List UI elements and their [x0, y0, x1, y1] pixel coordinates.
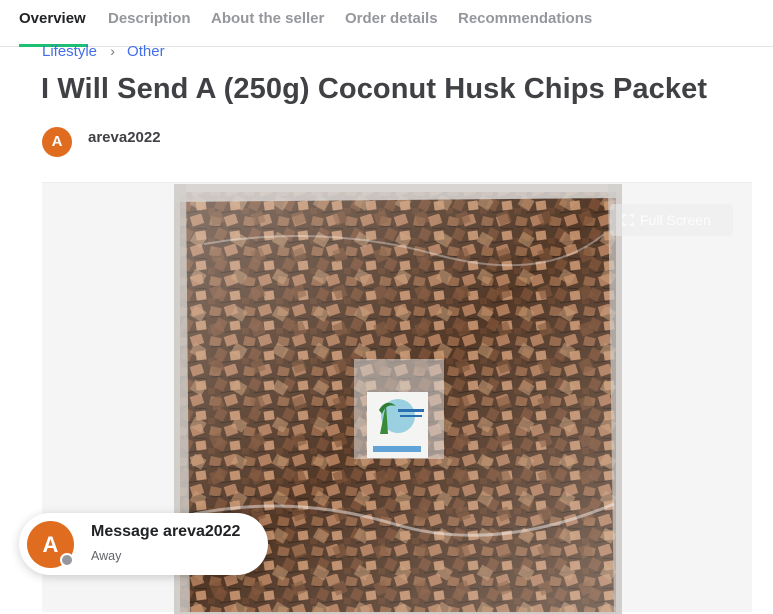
- tab-order-details[interactable]: Order details: [345, 0, 438, 47]
- expand-icon: [622, 214, 634, 226]
- tab-description[interactable]: Description: [108, 0, 191, 47]
- away-status-dot: [60, 553, 74, 567]
- tab-about-the-seller[interactable]: About the seller: [211, 0, 324, 47]
- tab-recommendations[interactable]: Recommendations: [458, 0, 592, 47]
- seller-status: Away: [91, 549, 122, 563]
- breadcrumb-lifestyle[interactable]: Lifestyle: [42, 43, 97, 60]
- seller-avatar[interactable]: A: [42, 127, 72, 157]
- full-screen-button[interactable]: Full Screen: [610, 204, 733, 236]
- breadcrumb: Lifestyle › Other: [42, 43, 165, 60]
- message-seller-label: Message areva2022: [91, 523, 241, 540]
- full-screen-label: Full Screen: [640, 212, 711, 228]
- tab-overview[interactable]: Overview: [19, 0, 88, 47]
- breadcrumb-other[interactable]: Other: [127, 43, 165, 60]
- gig-title: I Will Send A (250g) Coconut Husk Chips …: [41, 73, 708, 105]
- chevron-right-icon: ›: [110, 43, 115, 59]
- section-tabs: Overview Description About the seller Or…: [0, 0, 773, 47]
- message-seller-card[interactable]: A Message areva2022 Away: [19, 513, 268, 575]
- seller-username[interactable]: areva2022: [88, 129, 161, 146]
